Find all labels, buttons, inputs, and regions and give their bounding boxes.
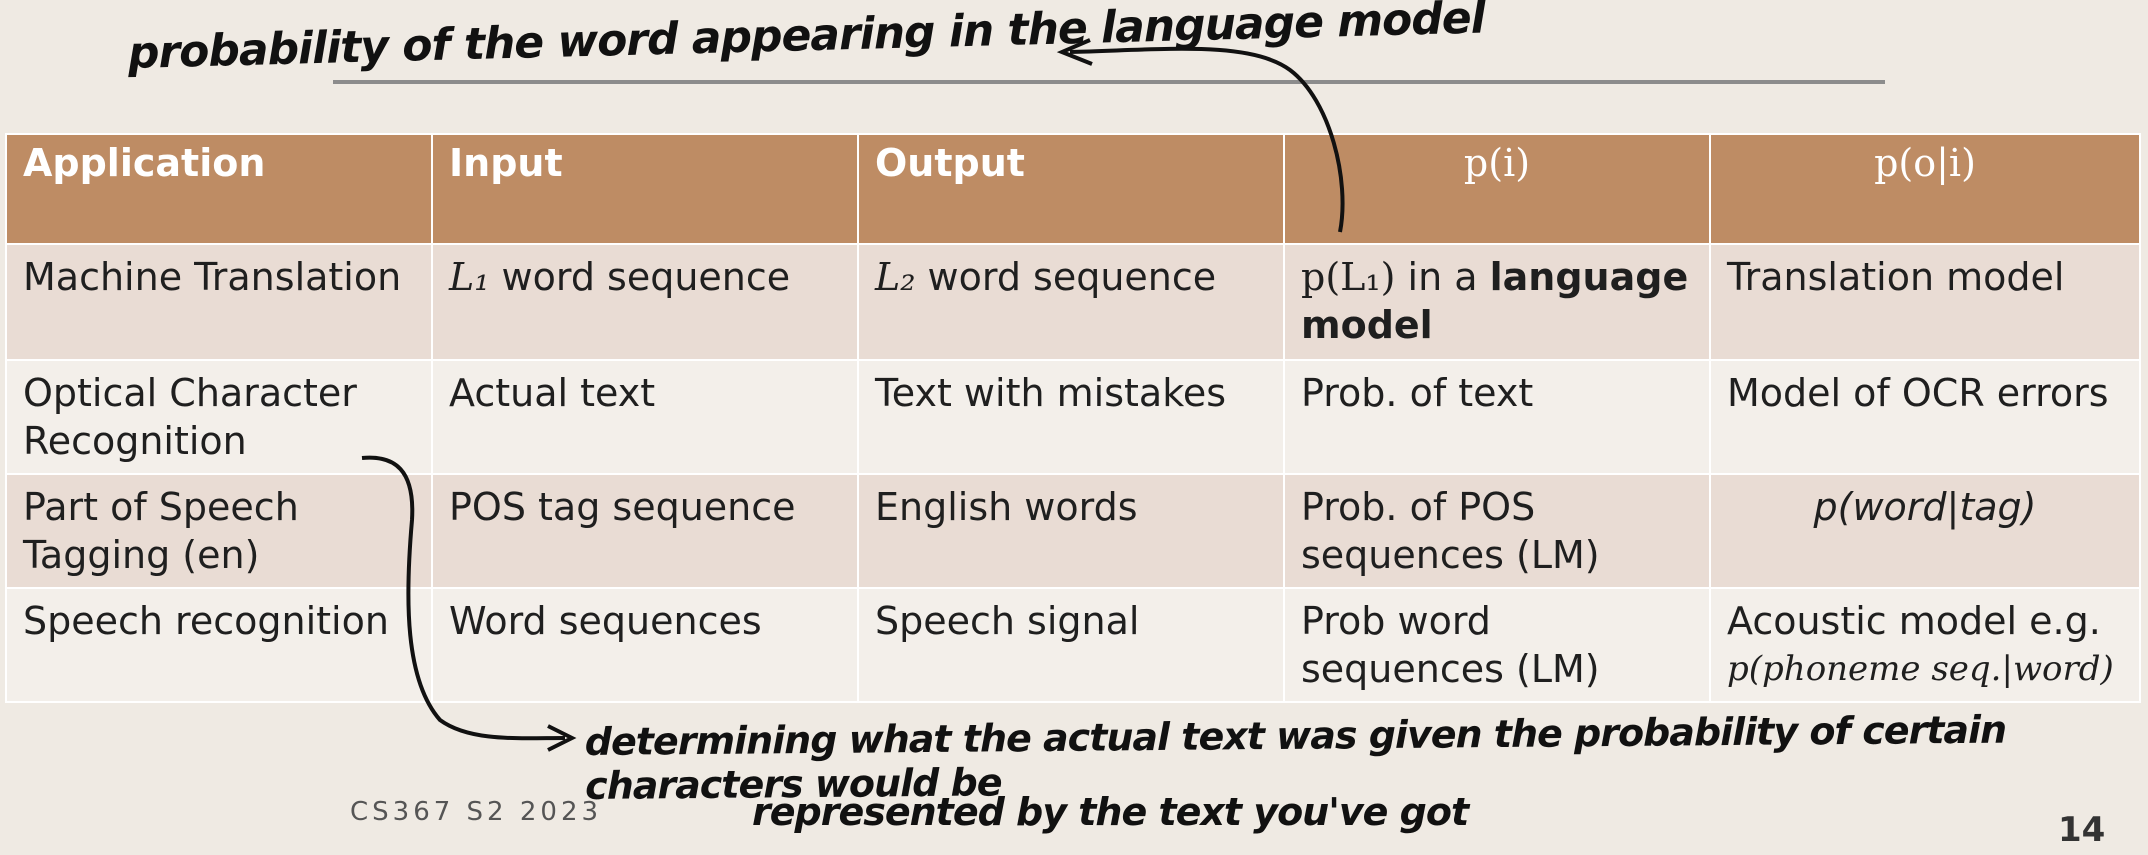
cell-p-i-text: in a — [1395, 255, 1490, 299]
cell-p-o-i-text: Acoustic model e.g. — [1727, 599, 2101, 643]
cell-input-text: word sequence — [489, 255, 791, 299]
cell-output: Speech signal — [857, 587, 1285, 703]
cell-input: L₁ word sequence — [431, 243, 859, 361]
header-p-i: p(i) — [1283, 133, 1711, 245]
header-p-o-given-i: p(o|i) — [1709, 133, 2141, 245]
cell-p-o-i: Acoustic model e.g. p(phoneme seq.|word) — [1709, 587, 2141, 703]
title-rule — [333, 80, 1885, 84]
cell-p-i: Prob. of POS sequences (LM) — [1283, 473, 1711, 589]
cell-output: English words — [857, 473, 1285, 589]
arrow-head-bottom-icon — [547, 724, 577, 752]
footer-course: CS367 S2 2023 — [350, 797, 603, 827]
header-input: Input — [431, 133, 859, 245]
handwritten-annotation-bottom-line2: represented by the text you've got — [752, 790, 1469, 834]
cell-p-o-i-math: p(phoneme seq.|word) — [1727, 649, 2114, 689]
cell-output-text: word sequence — [915, 255, 1217, 299]
cell-input: Word sequences — [431, 587, 859, 703]
cell-p-i: p(L₁) in a language model — [1283, 243, 1711, 361]
cell-input: POS tag sequence — [431, 473, 859, 589]
cell-output: L₂ word sequence — [857, 243, 1285, 361]
cell-p-o-i: Translation model — [1709, 243, 2141, 361]
cell-application: Machine Translation — [5, 243, 433, 361]
math-l2: L₂ — [875, 255, 916, 299]
cell-application: Part of Speech Tagging (en) — [5, 473, 433, 589]
table-row: Machine Translation L₁ word sequence L₂ … — [5, 243, 2141, 361]
table-row: Part of Speech Tagging (en) POS tag sequ… — [5, 473, 2141, 589]
table-row: Speech recognition Word sequences Speech… — [5, 587, 2141, 703]
cell-p-i: Prob. of text — [1283, 359, 1711, 475]
cell-input: Actual text — [431, 359, 859, 475]
math-p-l1: p(L₁) — [1301, 255, 1396, 299]
slide: probability of the word appearing in the… — [0, 0, 2148, 855]
page-number: 14 — [2058, 810, 2106, 850]
cell-p-o-i: Model of OCR errors — [1709, 359, 2141, 475]
table-header-row: Application Input Output p(i) p(o|i) — [5, 133, 2141, 245]
math-l1: L₁ — [449, 255, 490, 299]
cell-application: Speech recognition — [5, 587, 433, 703]
cell-application: Optical Character Recognition — [5, 359, 433, 475]
cell-p-o-i-math: p(word|tag) — [1709, 473, 2141, 589]
table-row: Optical Character Recognition Actual tex… — [5, 359, 2141, 475]
applications-table: Application Input Output p(i) p(o|i) Mac… — [5, 133, 2141, 703]
cell-p-i: Prob word sequences (LM) — [1283, 587, 1711, 703]
handwritten-annotation-top: probability of the word appearing in the… — [127, 0, 1486, 79]
header-application: Application — [5, 133, 433, 245]
header-output: Output — [857, 133, 1285, 245]
cell-output: Text with mistakes — [857, 359, 1285, 475]
